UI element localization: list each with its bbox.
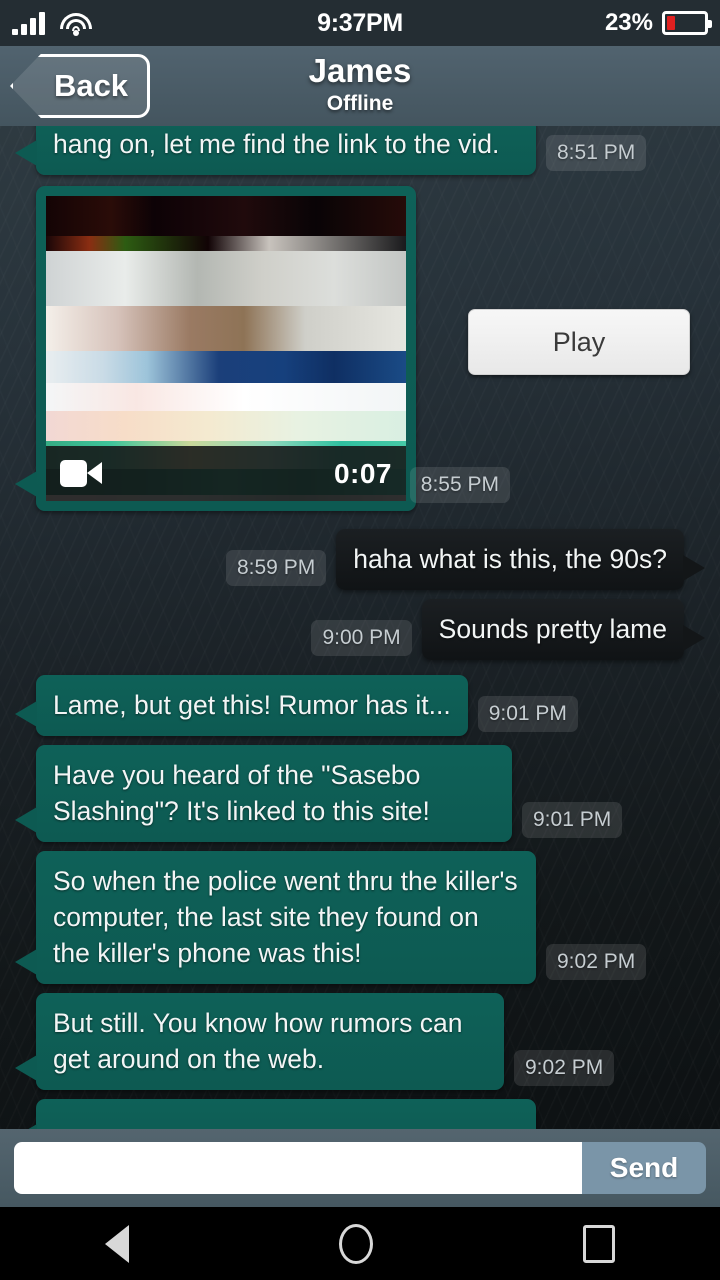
message-text: haha what is this, the 90s? (353, 544, 667, 574)
play-button[interactable]: Play (468, 309, 690, 375)
message-input[interactable] (14, 1142, 582, 1194)
message-text: Sounds pretty lame (438, 614, 667, 644)
message-timestamp: 8:51 PM (546, 135, 647, 171)
android-recents-icon[interactable] (583, 1224, 615, 1263)
message-text: But still. You know how rumors can get a… (53, 1008, 463, 1074)
thumbnail-band (46, 383, 406, 411)
video-message-bubble[interactable]: 0:07 (15, 186, 416, 511)
send-button-label: Send (609, 1152, 679, 1183)
message-text: So when the police went thru the killer'… (53, 866, 518, 968)
battery-icon (662, 11, 712, 35)
message-row: Have you heard of the "Sasebo Slashing"?… (0, 745, 720, 842)
message-bubble-incoming[interactable]: But still. You know how rumors can get a… (15, 993, 504, 1090)
video-thumbnail[interactable]: 0:07 (46, 196, 406, 501)
message-timestamp: 9:00 PM (311, 620, 412, 656)
android-back-icon[interactable] (105, 1224, 129, 1263)
message-row: But still. You know how rumors can get a… (0, 993, 720, 1090)
message-timestamp: 9:01 PM (477, 696, 578, 732)
message-text: Lame, but get this! Rumor has it... (53, 690, 451, 720)
message-bubble-incoming[interactable]: So when the police went thru the killer'… (15, 851, 536, 984)
battery-percent-label: 23% (604, 9, 653, 36)
message-bubble-incoming-partial[interactable] (15, 1099, 536, 1129)
message-bubble-incoming[interactable]: Lame, but get this! Rumor has it... (15, 675, 468, 736)
message-row-partial (0, 1099, 720, 1129)
message-timestamp: 8:55 PM (409, 467, 510, 503)
message-bubble-outgoing[interactable]: Sounds pretty lame (421, 599, 706, 660)
contact-name: James (308, 52, 412, 89)
video-camera-icon (60, 460, 102, 487)
message-timestamp: 9:02 PM (546, 944, 647, 980)
message-row: 9:00 PM Sounds pretty lame (0, 599, 720, 660)
video-duration-label: 0:07 (333, 457, 392, 489)
composer-bar: Send (0, 1129, 720, 1207)
message-row: Lame, but get this! Rumor has it... 9:01… (0, 675, 720, 736)
thumbnail-band (46, 351, 406, 383)
play-button-label: Play (552, 326, 606, 357)
message-row: 8:59 PM haha what is this, the 90s? (0, 529, 720, 590)
message-bubble-incoming[interactable]: Have you heard of the "Sasebo Slashing"?… (15, 745, 512, 842)
android-home-icon[interactable] (339, 1223, 373, 1264)
video-info-bar: 0:07 (46, 446, 406, 501)
thumbnail-band (46, 236, 406, 251)
status-bar: 9:37PM 23% (0, 0, 720, 46)
android-nav-bar (0, 1207, 720, 1280)
thumbnail-band (46, 306, 406, 351)
message-bubble-incoming[interactable]: hang on, let me find the link to the vid… (15, 126, 536, 175)
message-text: Have you heard of the "Sasebo Slashing"?… (53, 760, 430, 826)
contact-status: Offline (326, 92, 394, 115)
thumbnail-band (46, 251, 406, 306)
thumbnail-band (46, 411, 406, 441)
send-button[interactable]: Send (582, 1142, 706, 1194)
message-row: hang on, let me find the link to the vid… (0, 126, 720, 175)
chat-header: Back James Offline (0, 46, 720, 126)
message-row: So when the police went thru the killer'… (0, 851, 720, 984)
message-timestamp: 9:01 PM (522, 802, 623, 838)
status-bar-right: 23% (604, 9, 712, 37)
message-timestamp: 8:59 PM (225, 550, 327, 586)
thumbnail-band (46, 196, 406, 236)
message-timestamp: 9:02 PM (514, 1050, 615, 1086)
message-list-inner: hang on, let me find the link to the vid… (0, 126, 720, 1129)
message-row-video: 0:07 Play 8:55 PM (0, 186, 720, 511)
message-text: hang on, let me find the link to the vid… (53, 129, 500, 159)
message-list[interactable]: hang on, let me find the link to the vid… (0, 126, 720, 1129)
message-bubble-outgoing[interactable]: haha what is this, the 90s? (336, 529, 705, 590)
